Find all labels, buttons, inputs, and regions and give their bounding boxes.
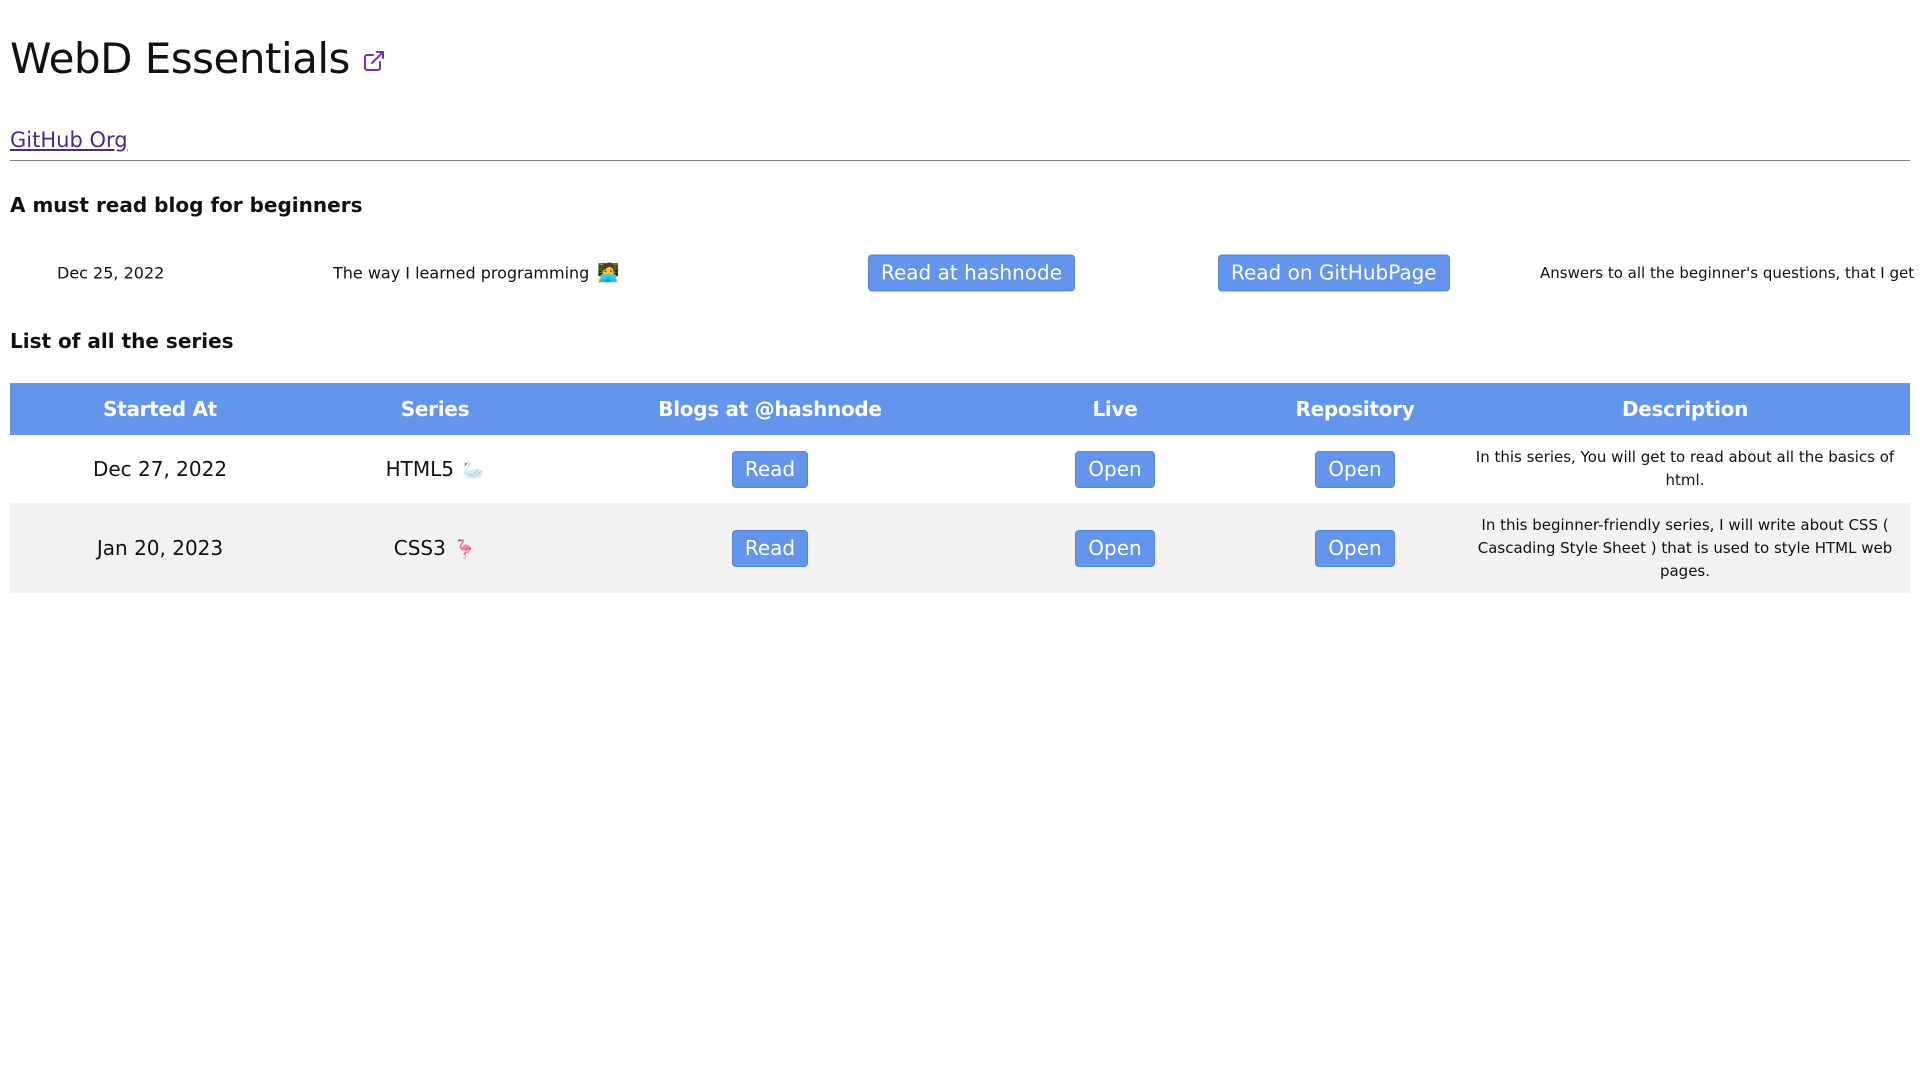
description-cell: In this series, You will get to read abo… <box>1460 435 1910 503</box>
live-cell: Open <box>980 503 1250 593</box>
open-live-button[interactable]: Open <box>1075 450 1155 488</box>
external-link-icon[interactable] <box>362 49 386 73</box>
column-header-series: Series <box>310 383 560 435</box>
started-at-cell: Dec 27, 2022 <box>10 435 310 503</box>
table-row: Dec 27, 2022 HTML5 🦢 Read Open Open In th… <box>10 435 1910 503</box>
blog-cell: Read <box>560 435 980 503</box>
column-header-repository: Repository <box>1250 383 1460 435</box>
series-cell: CSS3 🦩 <box>310 503 560 593</box>
started-at-cell: Jan 20, 2023 <box>10 503 310 593</box>
repo-cell: Open <box>1250 503 1460 593</box>
technologist-emoji-icon: 🧑‍💻 <box>597 262 620 284</box>
table-header-row: Started At Series Blogs at @hashnode Liv… <box>10 383 1910 435</box>
featured-title: The way I learned programming <box>333 263 590 283</box>
read-at-hashnode-button[interactable]: Read at hashnode <box>868 254 1076 292</box>
repo-cell: Open <box>1250 435 1460 503</box>
divider <box>10 160 1910 161</box>
series-name: CSS3 <box>393 536 446 560</box>
series-heading: List of all the series <box>10 329 234 353</box>
read-blog-button[interactable]: Read <box>731 529 809 567</box>
page: WebD Essentials GitHub Org A must read b… <box>0 32 1914 593</box>
open-repo-button[interactable]: Open <box>1315 529 1395 567</box>
flamingo-emoji-icon: 🦩 <box>453 539 477 560</box>
column-header-live: Live <box>980 383 1250 435</box>
column-header-description: Description <box>1460 383 1910 435</box>
table-row: Jan 20, 2023 CSS3 🦩 Read Open Open In thi… <box>10 503 1910 593</box>
read-blog-button[interactable]: Read <box>731 450 809 488</box>
featured-blog-row: Dec 25, 2022 The way I learned programmi… <box>10 253 1914 293</box>
column-header-started-at: Started At <box>10 383 310 435</box>
featured-description: Answers to all the beginner's questions,… <box>1540 264 1915 282</box>
open-repo-button[interactable]: Open <box>1315 450 1395 488</box>
title-row: WebD Essentials <box>10 32 1890 84</box>
column-header-blogs: Blogs at @hashnode <box>560 383 980 435</box>
github-org-link[interactable]: GitHub Org <box>10 128 128 152</box>
description-cell: In this beginner-friendly series, I will… <box>1460 503 1910 593</box>
series-name: HTML5 <box>385 457 454 481</box>
featured-title-cell: The way I learned programming 🧑‍💻 <box>333 263 620 284</box>
blog-cell: Read <box>560 503 980 593</box>
page-title: WebD Essentials <box>10 33 350 83</box>
series-table: Started At Series Blogs at @hashnode Liv… <box>10 383 1910 593</box>
live-cell: Open <box>980 435 1250 503</box>
featured-date: Dec 25, 2022 <box>57 263 165 283</box>
read-on-githubpage-button[interactable]: Read on GitHubPage <box>1218 254 1450 292</box>
open-live-button[interactable]: Open <box>1075 529 1155 567</box>
swan-emoji-icon: 🦢 <box>461 460 485 481</box>
featured-heading: A must read blog for beginners <box>10 193 363 217</box>
series-cell: HTML5 🦢 <box>310 435 560 503</box>
